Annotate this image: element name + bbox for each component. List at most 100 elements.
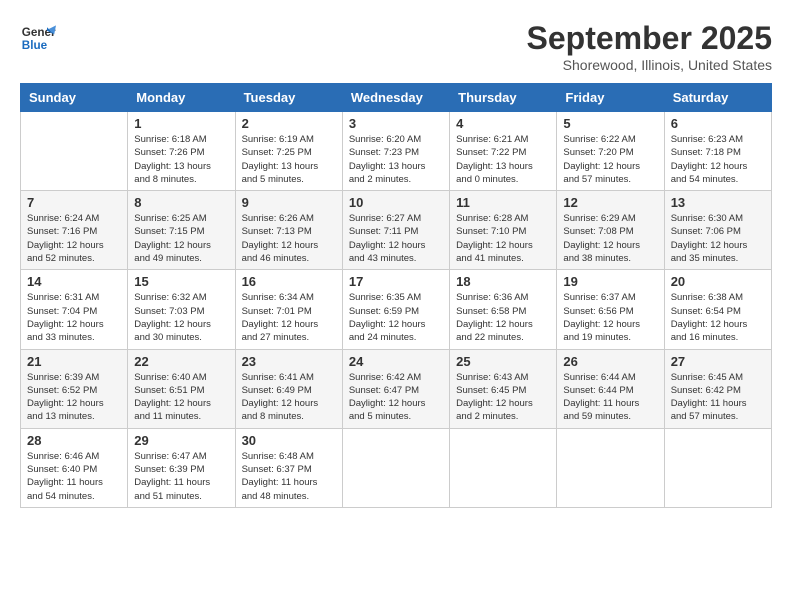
calendar-cell: 20 Sunrise: 6:38 AMSunset: 6:54 PMDayligh… xyxy=(664,270,771,349)
day-number: 22 xyxy=(134,354,228,369)
day-number: 5 xyxy=(563,116,657,131)
day-number: 11 xyxy=(456,195,550,210)
day-info: Sunrise: 6:28 AMSunset: 7:10 PMDaylight:… xyxy=(456,212,550,265)
day-info: Sunrise: 6:35 AMSunset: 6:59 PMDaylight:… xyxy=(349,291,443,344)
weekday-header: Monday xyxy=(128,84,235,112)
day-info: Sunrise: 6:44 AMSunset: 6:44 PMDaylight:… xyxy=(563,371,657,424)
day-info: Sunrise: 6:43 AMSunset: 6:45 PMDaylight:… xyxy=(456,371,550,424)
day-info: Sunrise: 6:20 AMSunset: 7:23 PMDaylight:… xyxy=(349,133,443,186)
calendar-cell: 10 Sunrise: 6:27 AMSunset: 7:11 PMDayligh… xyxy=(342,191,449,270)
calendar-cell: 23 Sunrise: 6:41 AMSunset: 6:49 PMDayligh… xyxy=(235,349,342,428)
day-info: Sunrise: 6:31 AMSunset: 7:04 PMDaylight:… xyxy=(27,291,121,344)
day-number: 2 xyxy=(242,116,336,131)
calendar-cell: 6Sunrise: 6:23 AMSunset: 7:18 PMDaylight… xyxy=(664,112,771,191)
day-info: Sunrise: 6:27 AMSunset: 7:11 PMDaylight:… xyxy=(349,212,443,265)
day-info: Sunrise: 6:39 AMSunset: 6:52 PMDaylight:… xyxy=(27,371,121,424)
month-title: September 2025 xyxy=(527,20,772,57)
calendar-cell xyxy=(21,112,128,191)
calendar-cell: 26 Sunrise: 6:44 AMSunset: 6:44 PMDayligh… xyxy=(557,349,664,428)
calendar-table: SundayMondayTuesdayWednesdayThursdayFrid… xyxy=(20,83,772,508)
day-info: Sunrise: 6:22 AMSunset: 7:20 PMDaylight:… xyxy=(563,133,657,186)
day-number: 7 xyxy=(27,195,121,210)
day-number: 10 xyxy=(349,195,443,210)
calendar-cell xyxy=(664,428,771,507)
calendar-cell: 11 Sunrise: 6:28 AMSunset: 7:10 PMDayligh… xyxy=(450,191,557,270)
day-number: 27 xyxy=(671,354,765,369)
day-number: 15 xyxy=(134,274,228,289)
title-area: September 2025 Shorewood, Illinois, Unit… xyxy=(527,20,772,73)
calendar-cell: 1 Sunrise: 6:18 AMSunset: 7:26 PMDaylight… xyxy=(128,112,235,191)
calendar-cell: 2 Sunrise: 6:19 AMSunset: 7:25 PMDaylight… xyxy=(235,112,342,191)
calendar-cell: 22Sunrise: 6:40 AMSunset: 6:51 PMDayligh… xyxy=(128,349,235,428)
calendar-cell: 17 Sunrise: 6:35 AMSunset: 6:59 PMDayligh… xyxy=(342,270,449,349)
calendar-cell: 7 Sunrise: 6:24 AMSunset: 7:16 PMDaylight… xyxy=(21,191,128,270)
day-info: Sunrise: 6:26 AMSunset: 7:13 PMDaylight:… xyxy=(242,212,336,265)
calendar-cell: 13 Sunrise: 6:30 AMSunset: 7:06 PMDayligh… xyxy=(664,191,771,270)
calendar-cell: 8 Sunrise: 6:25 AMSunset: 7:15 PMDaylight… xyxy=(128,191,235,270)
calendar-cell: 3 Sunrise: 6:20 AMSunset: 7:23 PMDaylight… xyxy=(342,112,449,191)
location-subtitle: Shorewood, Illinois, United States xyxy=(527,57,772,73)
day-number: 30 xyxy=(242,433,336,448)
calendar-cell: 12 Sunrise: 6:29 AMSunset: 7:08 PMDayligh… xyxy=(557,191,664,270)
day-info: Sunrise: 6:24 AMSunset: 7:16 PMDaylight:… xyxy=(27,212,121,265)
calendar-cell: 15 Sunrise: 6:32 AMSunset: 7:03 PMDayligh… xyxy=(128,270,235,349)
day-number: 24 xyxy=(349,354,443,369)
weekday-header: Friday xyxy=(557,84,664,112)
day-number: 14 xyxy=(27,274,121,289)
day-number: 4 xyxy=(456,116,550,131)
calendar-cell: 21 Sunrise: 6:39 AMSunset: 6:52 PMDayligh… xyxy=(21,349,128,428)
calendar-week-row: 28Sunrise: 6:46 AMSunset: 6:40 PMDayligh… xyxy=(21,428,772,507)
day-info: Sunrise: 6:47 AMSunset: 6:39 PMDaylight:… xyxy=(134,450,228,503)
calendar-cell: 9 Sunrise: 6:26 AMSunset: 7:13 PMDaylight… xyxy=(235,191,342,270)
weekday-header: Saturday xyxy=(664,84,771,112)
calendar-cell xyxy=(557,428,664,507)
day-number: 29 xyxy=(134,433,228,448)
day-number: 13 xyxy=(671,195,765,210)
day-info: Sunrise: 6:38 AMSunset: 6:54 PMDaylight:… xyxy=(671,291,765,344)
header: General Blue September 2025 Shorewood, I… xyxy=(20,20,772,73)
svg-text:Blue: Blue xyxy=(22,39,48,52)
day-number: 17 xyxy=(349,274,443,289)
calendar-cell: 25 Sunrise: 6:43 AMSunset: 6:45 PMDayligh… xyxy=(450,349,557,428)
calendar-cell: 14 Sunrise: 6:31 AMSunset: 7:04 PMDayligh… xyxy=(21,270,128,349)
day-info: Sunrise: 6:34 AMSunset: 7:01 PMDaylight:… xyxy=(242,291,336,344)
day-info: Sunrise: 6:37 AMSunset: 6:56 PMDaylight:… xyxy=(563,291,657,344)
logo-icon: General Blue xyxy=(20,20,56,56)
day-number: 25 xyxy=(456,354,550,369)
calendar-cell: 4 Sunrise: 6:21 AMSunset: 7:22 PMDaylight… xyxy=(450,112,557,191)
day-info: Sunrise: 6:45 AMSunset: 6:42 PMDaylight:… xyxy=(671,371,765,424)
day-info: Sunrise: 6:41 AMSunset: 6:49 PMDaylight:… xyxy=(242,371,336,424)
calendar-week-row: 14 Sunrise: 6:31 AMSunset: 7:04 PMDayligh… xyxy=(21,270,772,349)
day-number: 20 xyxy=(671,274,765,289)
day-number: 1 xyxy=(134,116,228,131)
day-number: 19 xyxy=(563,274,657,289)
day-info: Sunrise: 6:19 AMSunset: 7:25 PMDaylight:… xyxy=(242,133,336,186)
calendar-cell: 18Sunrise: 6:36 AMSunset: 6:58 PMDayligh… xyxy=(450,270,557,349)
calendar-cell: 19 Sunrise: 6:37 AMSunset: 6:56 PMDayligh… xyxy=(557,270,664,349)
day-number: 9 xyxy=(242,195,336,210)
calendar-week-row: 1 Sunrise: 6:18 AMSunset: 7:26 PMDaylight… xyxy=(21,112,772,191)
day-info: Sunrise: 6:21 AMSunset: 7:22 PMDaylight:… xyxy=(456,133,550,186)
day-number: 21 xyxy=(27,354,121,369)
day-number: 26 xyxy=(563,354,657,369)
day-number: 3 xyxy=(349,116,443,131)
day-info: Sunrise: 6:18 AMSunset: 7:26 PMDaylight:… xyxy=(134,133,228,186)
day-info: Sunrise: 6:23 AMSunset: 7:18 PMDaylight:… xyxy=(671,133,765,186)
day-info: Sunrise: 6:32 AMSunset: 7:03 PMDaylight:… xyxy=(134,291,228,344)
day-number: 18 xyxy=(456,274,550,289)
calendar-cell: 29 Sunrise: 6:47 AMSunset: 6:39 PMDayligh… xyxy=(128,428,235,507)
calendar-cell: 16 Sunrise: 6:34 AMSunset: 7:01 PMDayligh… xyxy=(235,270,342,349)
weekday-header: Wednesday xyxy=(342,84,449,112)
day-info: Sunrise: 6:48 AMSunset: 6:37 PMDaylight:… xyxy=(242,450,336,503)
calendar-cell: 28Sunrise: 6:46 AMSunset: 6:40 PMDayligh… xyxy=(21,428,128,507)
calendar-cell xyxy=(450,428,557,507)
calendar-cell: 5 Sunrise: 6:22 AMSunset: 7:20 PMDaylight… xyxy=(557,112,664,191)
day-info: Sunrise: 6:30 AMSunset: 7:06 PMDaylight:… xyxy=(671,212,765,265)
logo: General Blue xyxy=(20,20,56,56)
day-number: 23 xyxy=(242,354,336,369)
day-number: 16 xyxy=(242,274,336,289)
day-info: Sunrise: 6:25 AMSunset: 7:15 PMDaylight:… xyxy=(134,212,228,265)
day-number: 12 xyxy=(563,195,657,210)
day-info: Sunrise: 6:29 AMSunset: 7:08 PMDaylight:… xyxy=(563,212,657,265)
day-number: 8 xyxy=(134,195,228,210)
